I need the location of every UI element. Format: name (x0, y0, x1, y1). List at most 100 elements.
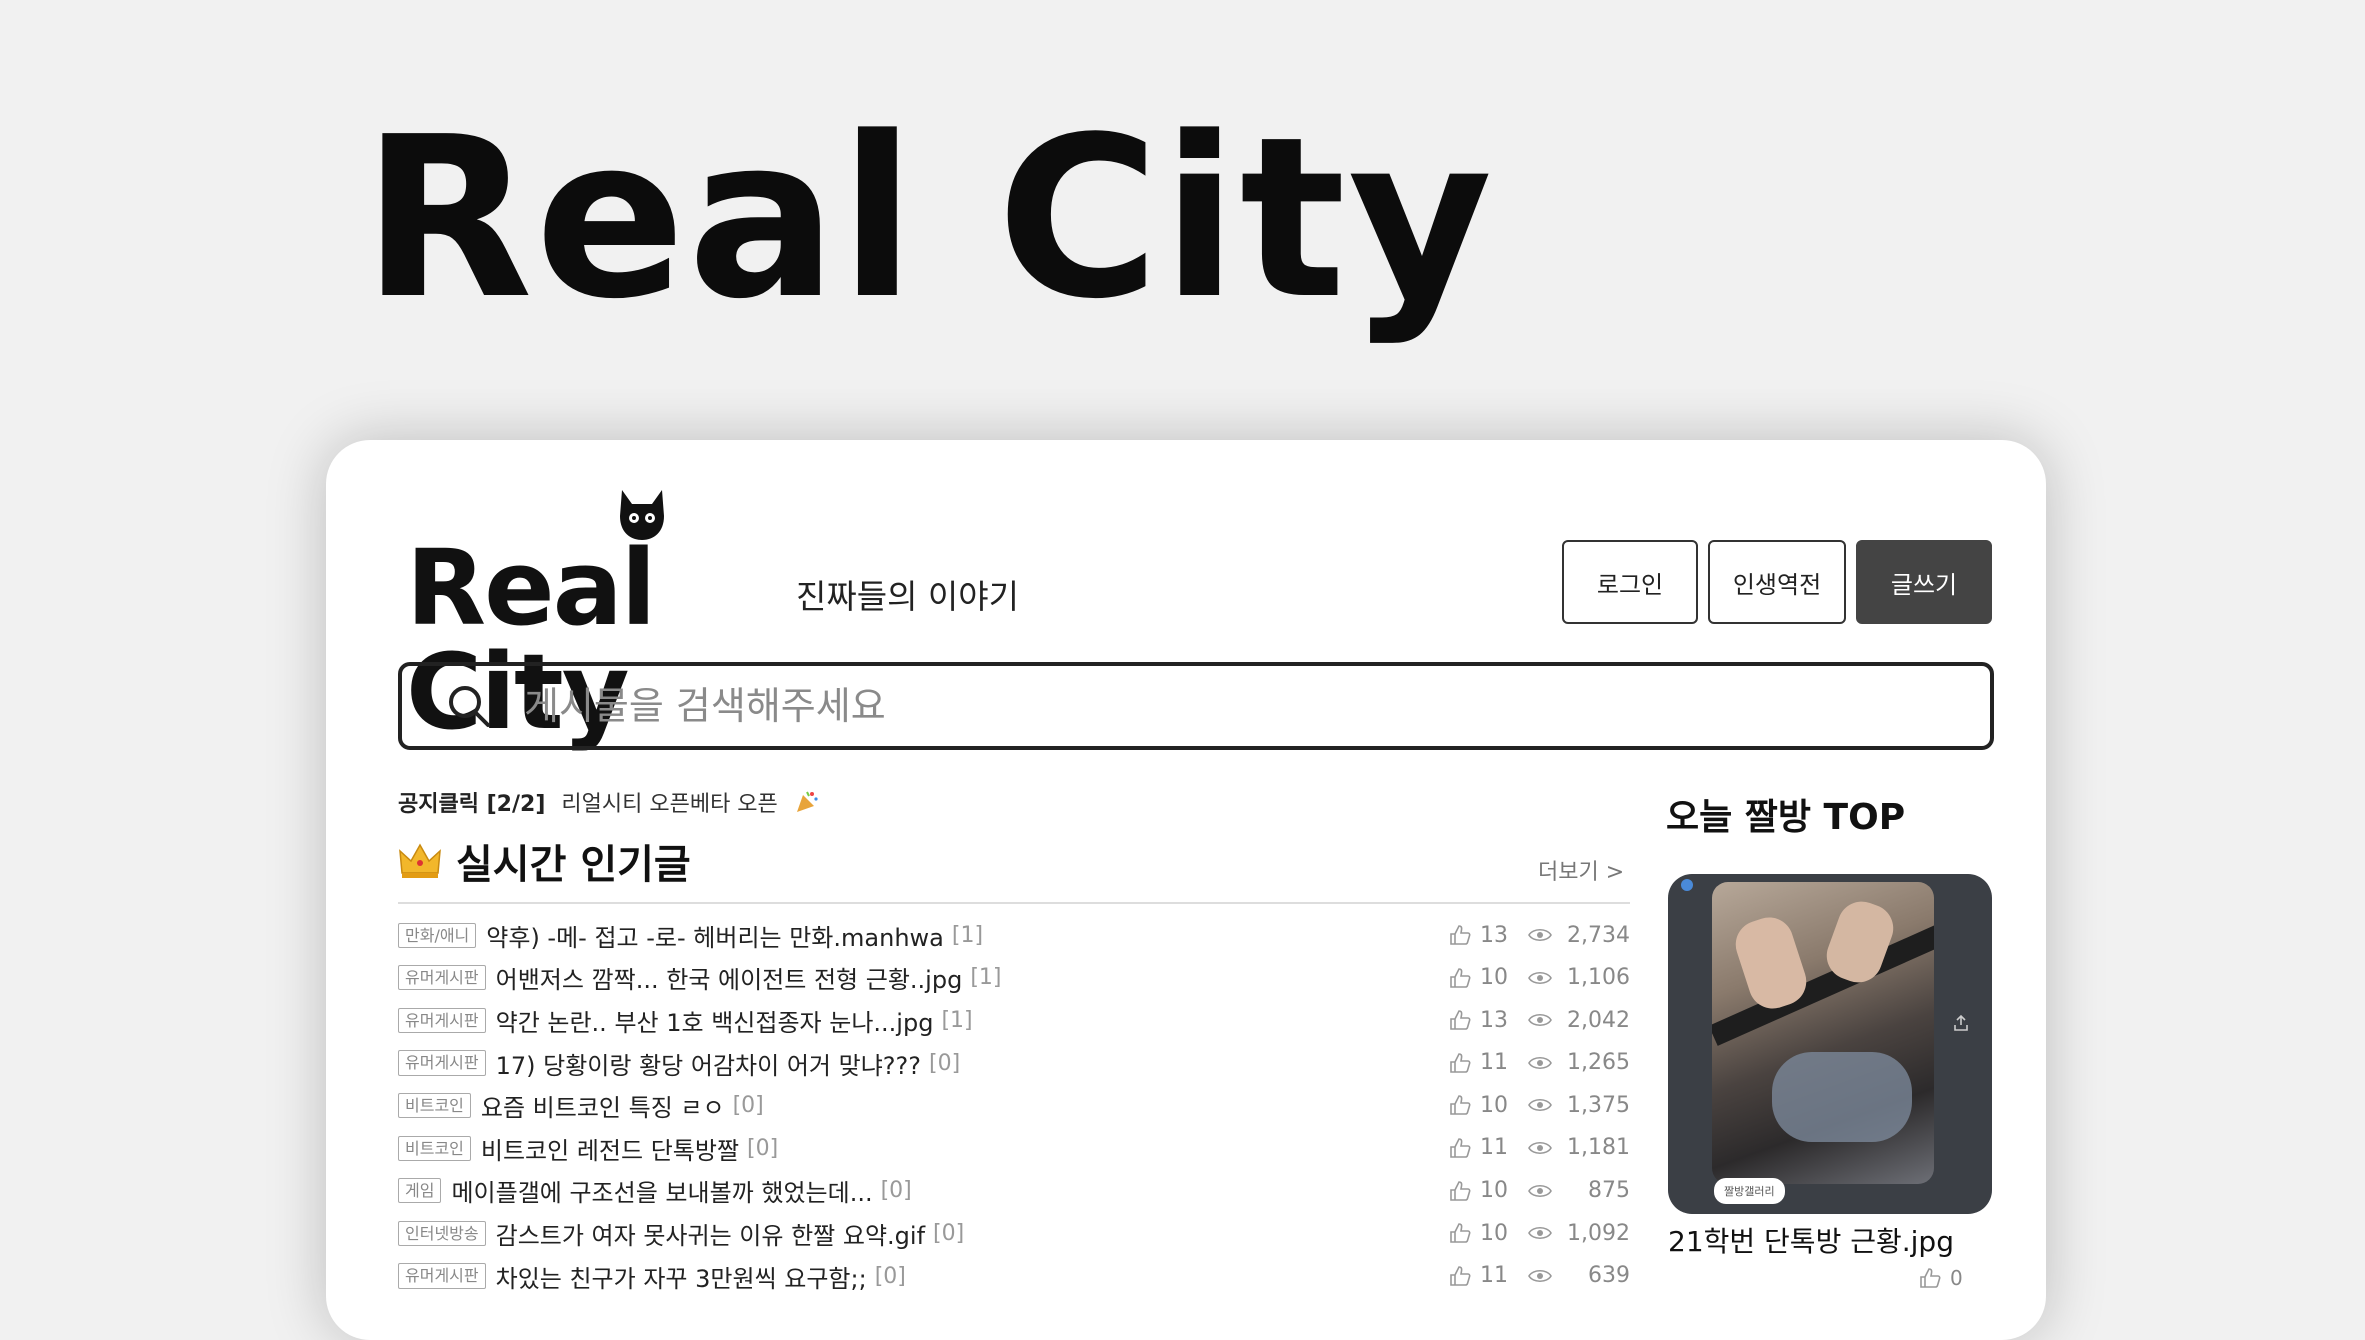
post-stats: 10 1,092 (1448, 1212, 1630, 1254)
thumb-up-icon (1450, 1180, 1471, 1201)
post-stats: 10 1,375 (1448, 1084, 1630, 1126)
post-stats: 10 875 (1448, 1170, 1630, 1212)
post-like-count: 13 (1480, 1007, 1508, 1033)
search-icon[interactable] (446, 683, 492, 729)
popular-section-title: 실시간 인기글 (398, 832, 691, 890)
post-row[interactable]: 비트코인 비트코인 레전드 단톡방짤 [0] 11 1,181 (398, 1127, 1630, 1170)
popular-title-text: 실시간 인기글 (456, 842, 691, 888)
post-title[interactable]: 차있는 친구가 자꾸 3만원씩 요구함;; (496, 1259, 867, 1294)
post-stats: 11 639 (1448, 1255, 1630, 1297)
thumb-up-icon (1450, 1095, 1471, 1116)
post-stats: 13 2,734 (1448, 914, 1630, 956)
post-view-count: 1,181 (1567, 1135, 1630, 1161)
crown-icon (399, 843, 441, 878)
post-view-count: 639 (1588, 1263, 1630, 1289)
eye-icon (1528, 1014, 1552, 1027)
eye-icon (1528, 971, 1552, 984)
thumb-up-icon (1920, 1268, 1941, 1288)
post-row[interactable]: 유머게시판 17) 당황이랑 황당 어감차이 어거 맞냐??? [0] 11 1,265 (398, 1042, 1630, 1085)
today-top-title: 오늘 짤방 TOP (1666, 797, 1906, 838)
post-like-count: 10 (1480, 1220, 1508, 1246)
post-row[interactable]: 유머게시판 어밴저스 깜짝... 한국 에이전트 전형 근황..jpg [1] 10 1… (398, 957, 1630, 1000)
thumb-up-icon (1450, 1223, 1471, 1243)
post-comment-count: [0] (880, 1178, 912, 1204)
post-title[interactable]: 요즘 비트코인 특징 ㄹㅇ (481, 1088, 725, 1123)
thumb-up-icon (1450, 967, 1471, 988)
post-view-count: 2,734 (1567, 922, 1630, 948)
post-title[interactable]: 비트코인 레전드 단톡방짤 (481, 1131, 739, 1166)
post-title[interactable]: 약후) -메- 접고 -로- 헤버리는 만화.manhwa (486, 918, 944, 953)
thumb-up-icon (1450, 925, 1471, 945)
post-category-badge[interactable]: 유머게시판 (398, 1007, 486, 1034)
top-image-card[interactable]: 짤방갤러리 (1668, 874, 1992, 1214)
write-post-button[interactable]: 글쓰기 (1856, 540, 1992, 624)
post-comment-count: [0] (874, 1263, 906, 1289)
post-stats: 13 2,042 (1448, 999, 1630, 1041)
post-like-count: 10 (1480, 1178, 1508, 1204)
post-comment-count: [0] (933, 1220, 965, 1246)
post-category-badge[interactable]: 인터넷방송 (398, 1220, 486, 1247)
top-image-thumbnail[interactable] (1712, 882, 1934, 1184)
search-input[interactable] (522, 683, 1826, 729)
post-row[interactable]: 인터넷방송 감스트가 여자 못사귀는 이유 한짤 요약.gif [0] 10 1,092 (398, 1212, 1630, 1255)
cat-icon (620, 490, 664, 540)
post-view-count: 1,265 (1567, 1050, 1630, 1076)
notice-bar[interactable]: 공지클릭 [2/2] 리얼시티 오픈베타 오픈 (398, 786, 820, 818)
site-logo[interactable]: Real City (406, 490, 786, 744)
hero-title: Real City (362, 90, 1495, 348)
post-like-count: 13 (1480, 922, 1508, 948)
post-title[interactable]: 약간 논란.. 부산 1호 백신접종자 눈나...jpg (496, 1003, 934, 1038)
post-category-badge[interactable]: 게임 (398, 1178, 442, 1204)
thumb-up-icon (1450, 1138, 1471, 1158)
status-dot-icon (1681, 879, 1693, 891)
post-row[interactable]: 만화/애니 약후) -메- 접고 -로- 헤버리는 만화.manhwa [1] 13 2… (398, 914, 1630, 957)
post-title[interactable]: 메이플갤에 구조선을 보내볼까 했었는데... (451, 1173, 872, 1208)
post-view-count: 2,042 (1567, 1007, 1630, 1033)
post-category-badge[interactable]: 유머게시판 (398, 1050, 486, 1076)
login-button[interactable]: 로그인 (1562, 540, 1698, 624)
post-title[interactable]: 17) 당황이랑 황당 어감차이 어거 맞냐??? (496, 1046, 921, 1081)
post-category-badge[interactable]: 만화/애니 (398, 922, 477, 948)
post-comment-count: [1] (970, 965, 1002, 991)
post-title[interactable]: 감스트가 여자 못사귀는 이유 한짤 요약.gif (496, 1216, 925, 1251)
post-comment-count: [1] (941, 1007, 973, 1033)
post-like-count: 10 (1480, 965, 1508, 991)
top-image-like-count: 0 (1950, 1266, 1963, 1290)
search-bar[interactable] (398, 662, 1994, 750)
post-row[interactable]: 유머게시판 약간 논란.. 부산 1호 백신접종자 눈나...jpg [1] 13 2,… (398, 999, 1630, 1042)
post-comment-count: [0] (732, 1093, 764, 1119)
thumb-up-icon (1450, 1052, 1471, 1073)
post-view-count: 1,092 (1567, 1220, 1630, 1246)
divider (398, 902, 1630, 904)
post-category-badge[interactable]: 비트코인 (398, 1135, 471, 1161)
top-image-caption[interactable]: 21학번 단톡방 근황.jpg (1668, 1220, 1954, 1260)
eye-icon (1528, 1227, 1552, 1240)
post-row[interactable]: 게임 메이플갤에 구조선을 보내볼까 했었는데... [0] 10 875 (398, 1170, 1630, 1213)
post-category-badge[interactable]: 유머게시판 (398, 1263, 486, 1289)
post-like-count: 10 (1480, 1092, 1508, 1118)
post-category-badge[interactable]: 유머게시판 (398, 965, 486, 991)
eye-icon (1528, 1141, 1552, 1155)
post-comment-count: [0] (747, 1135, 779, 1161)
thumb-up-icon (1450, 1010, 1471, 1030)
post-view-count: 1,375 (1567, 1092, 1630, 1118)
gallery-badge: 짤방갤러리 (1714, 1178, 1785, 1204)
post-view-count: 875 (1588, 1178, 1630, 1204)
post-row[interactable]: 비트코인 요즘 비트코인 특징 ㄹㅇ [0] 10 1,375 (398, 1084, 1630, 1127)
share-icon[interactable] (1952, 1014, 1970, 1032)
life-reversal-button[interactable]: 인생역전 (1708, 540, 1846, 624)
site-tagline: 진짜들의 이야기 (796, 577, 1020, 616)
post-category-badge[interactable]: 비트코인 (398, 1093, 471, 1119)
post-comment-count: [0] (929, 1050, 961, 1076)
post-list: 만화/애니 약후) -메- 접고 -로- 헤버리는 만화.manhwa [1] 13 2… (398, 914, 1630, 1297)
post-like-count: 11 (1480, 1135, 1508, 1161)
notice-text[interactable]: 리얼시티 오픈베타 오픈 (561, 786, 777, 818)
eye-icon (1528, 1184, 1552, 1197)
post-title[interactable]: 어밴저스 깜짝... 한국 에이전트 전형 근황..jpg (496, 960, 963, 995)
notice-label[interactable]: 공지클릭 [2/2] (398, 786, 545, 818)
post-stats: 11 1,265 (1448, 1042, 1630, 1084)
post-like-count: 11 (1480, 1263, 1508, 1289)
post-row[interactable]: 유머게시판 차있는 친구가 자꾸 3만원씩 요구함;; [0] 11 639 (398, 1255, 1630, 1298)
post-stats: 11 1,181 (1448, 1127, 1630, 1169)
more-link[interactable]: 더보기 > (1538, 854, 1624, 886)
